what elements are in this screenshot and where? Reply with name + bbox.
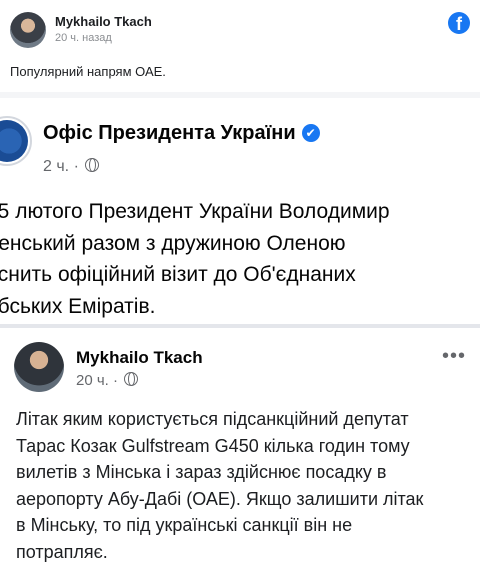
- inner-author-name[interactable]: Mykhailo Tkach: [76, 348, 203, 368]
- more-options-icon[interactable]: •••: [442, 346, 466, 366]
- author-name[interactable]: Mykhailo Tkach: [55, 14, 152, 29]
- page-avatar[interactable]: [0, 116, 32, 166]
- inner-post-meta: 20 ч. ·: [76, 372, 139, 389]
- inner-post-time[interactable]: 20 ч. ·: [76, 372, 118, 389]
- screenshot-card: Офіс Президента України ✔ 2 ч. · 15 лютог…: [0, 98, 480, 569]
- shared-screenshot: Офіс Президента України ✔ 2 ч. · 15 лютог…: [0, 92, 480, 569]
- facebook-logo-icon: f: [448, 12, 470, 34]
- verified-badge-icon: ✔: [301, 124, 320, 142]
- page-post-text: 15 лютого Президент України Володимир ле…: [0, 200, 390, 318]
- page-author[interactable]: Офіс Президента України ✔: [43, 122, 320, 145]
- inner-avatar[interactable]: [14, 342, 64, 392]
- outer-post-header: Mykhailo Tkach 20 ч. назад f: [0, 0, 480, 56]
- page-author-name: Офіс Президента України: [43, 122, 296, 144]
- post-timestamp[interactable]: 20 ч. назад: [55, 32, 112, 44]
- page-post-meta: 2 ч. ·: [43, 158, 100, 176]
- divider: [0, 324, 480, 328]
- avatar[interactable]: [10, 12, 46, 48]
- trident-logo-icon: [0, 120, 28, 162]
- globe-icon: [124, 372, 139, 386]
- page-post-time[interactable]: 2 ч. ·: [43, 158, 79, 175]
- post-text: Популярний напрям ОАЕ.: [10, 64, 166, 79]
- inner-post-text: Літак яким користується підсанкційний де…: [16, 409, 424, 562]
- globe-icon: [85, 158, 100, 172]
